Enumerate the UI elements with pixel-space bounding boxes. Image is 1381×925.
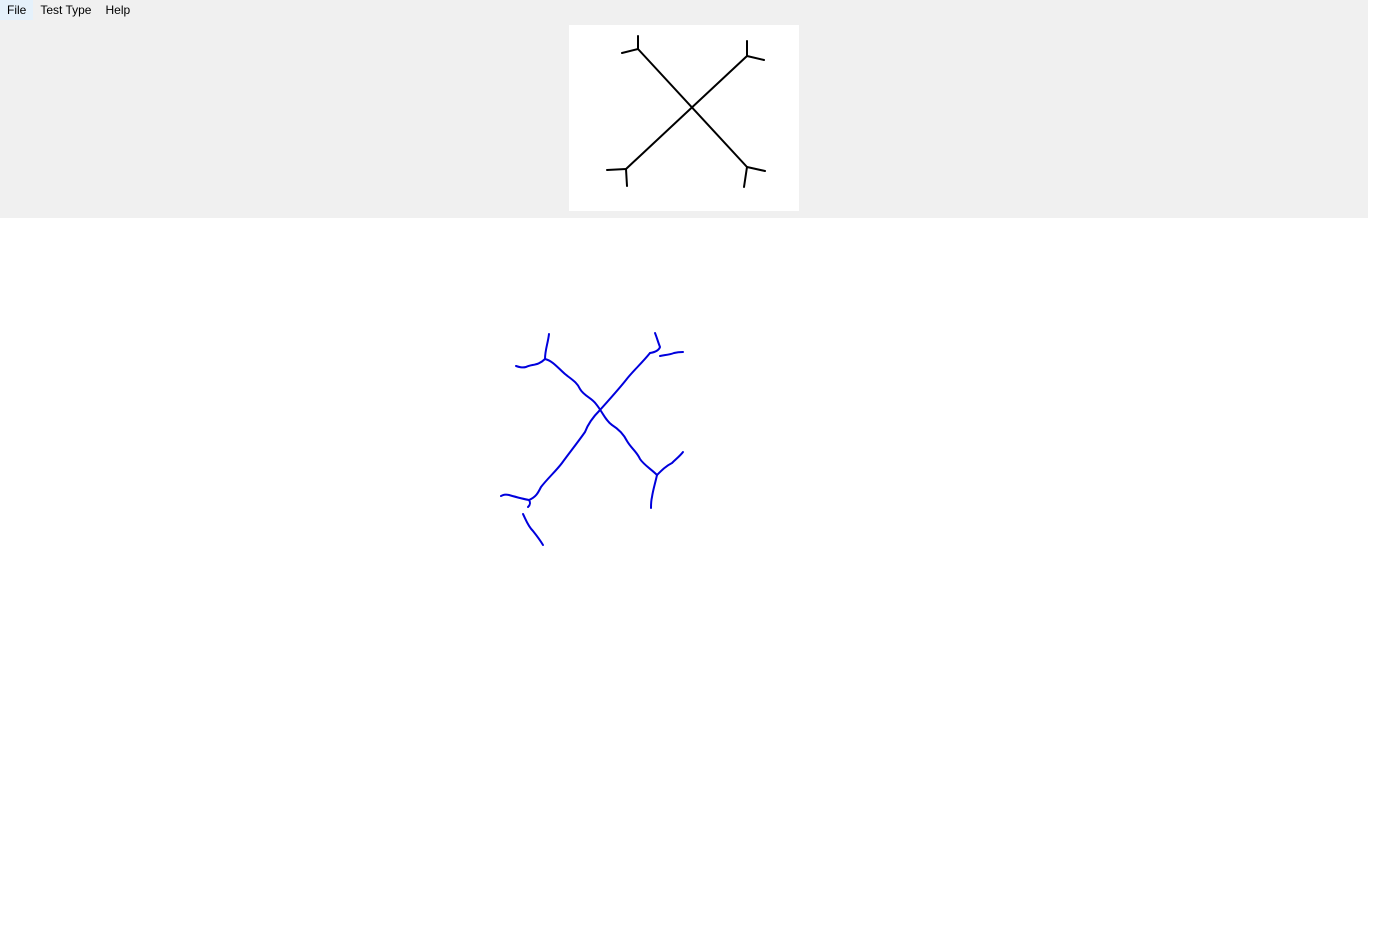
user-stroke xyxy=(649,332,661,354)
drawing-canvas-svg[interactable] xyxy=(0,218,1381,925)
reference-stroke xyxy=(606,168,627,171)
drawing-canvas[interactable] xyxy=(0,218,1381,925)
reference-stroke xyxy=(743,166,748,188)
reference-stroke xyxy=(621,48,639,54)
user-stroke xyxy=(544,333,550,360)
user-stroke xyxy=(515,358,546,369)
user-stroke xyxy=(650,474,658,509)
user-stroke xyxy=(528,352,651,501)
user-stroke xyxy=(500,493,530,501)
menu-test-type[interactable]: Test Type xyxy=(33,0,98,20)
reference-figure-svg xyxy=(606,35,766,188)
reference-figure xyxy=(569,25,799,211)
user-stroke xyxy=(527,499,532,508)
reference-stroke xyxy=(746,166,766,172)
top-panel: File Test Type Help xyxy=(0,0,1368,218)
menu-bar: File Test Type Help xyxy=(0,0,137,20)
app-window: File Test Type Help xyxy=(0,0,1381,925)
menu-file[interactable]: File xyxy=(0,0,34,20)
reference-stroke xyxy=(625,55,748,170)
reference-stroke xyxy=(746,55,765,61)
user-stroke xyxy=(544,358,658,476)
user-stroke xyxy=(522,513,544,546)
menu-help[interactable]: Help xyxy=(98,0,137,20)
reference-stroke xyxy=(625,168,628,187)
user-stroke xyxy=(659,351,684,357)
user-stroke xyxy=(656,451,684,476)
